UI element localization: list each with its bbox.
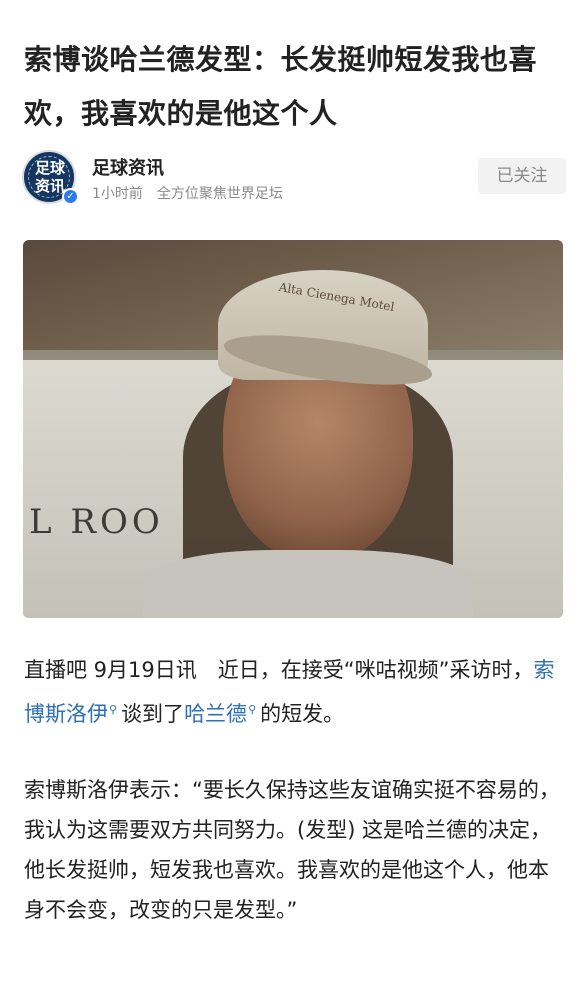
- author-tagline: 全方位聚焦世界足坛: [156, 186, 283, 202]
- paragraph-1-middle: 谈到了: [121, 702, 185, 726]
- article-title: 索博谈哈兰德发型：长发挺帅短发我也喜欢，我喜欢的是他这个人: [24, 42, 538, 130]
- paragraph-2: 索博斯洛伊表示：“要长久保持这些友谊确实挺不容易的，我认为这需要双方共同努力。(…: [24, 778, 560, 922]
- author-name[interactable]: 足球资讯: [92, 154, 164, 180]
- search-icon[interactable]: ⚲: [109, 703, 117, 716]
- follow-button[interactable]: 已关注: [478, 158, 566, 194]
- publish-time: 1小时前: [92, 186, 143, 202]
- avatar-logo-text: 足球资讯: [34, 159, 65, 195]
- paragraph-1-before: 直播吧 9月19日讯 近日，在接受“咪咕视频”采访时，: [24, 658, 534, 682]
- verified-check-icon: ✓: [62, 188, 79, 205]
- article-photo[interactable]: L ROO Alta Cienega Motel: [23, 240, 563, 618]
- photo-sign-text: L ROO: [29, 502, 164, 542]
- photo-shirt: [143, 550, 473, 618]
- author-meta: 1小时前 全方位聚焦世界足坛: [92, 183, 283, 203]
- search-icon[interactable]: ⚲: [248, 703, 256, 716]
- paragraph-1-after: 的短发。: [260, 702, 345, 726]
- paragraph-1: 直播吧 9月19日讯 近日，在接受“咪咕视频”采访时，索博斯洛伊⚲ 谈到了哈兰德⚲…: [24, 650, 564, 734]
- author-row: 足球资讯 ✓ 足球资讯 1小时前 全方位聚焦世界足坛 已关注: [22, 150, 566, 206]
- player-link-haaland[interactable]: 哈兰德: [184, 702, 247, 726]
